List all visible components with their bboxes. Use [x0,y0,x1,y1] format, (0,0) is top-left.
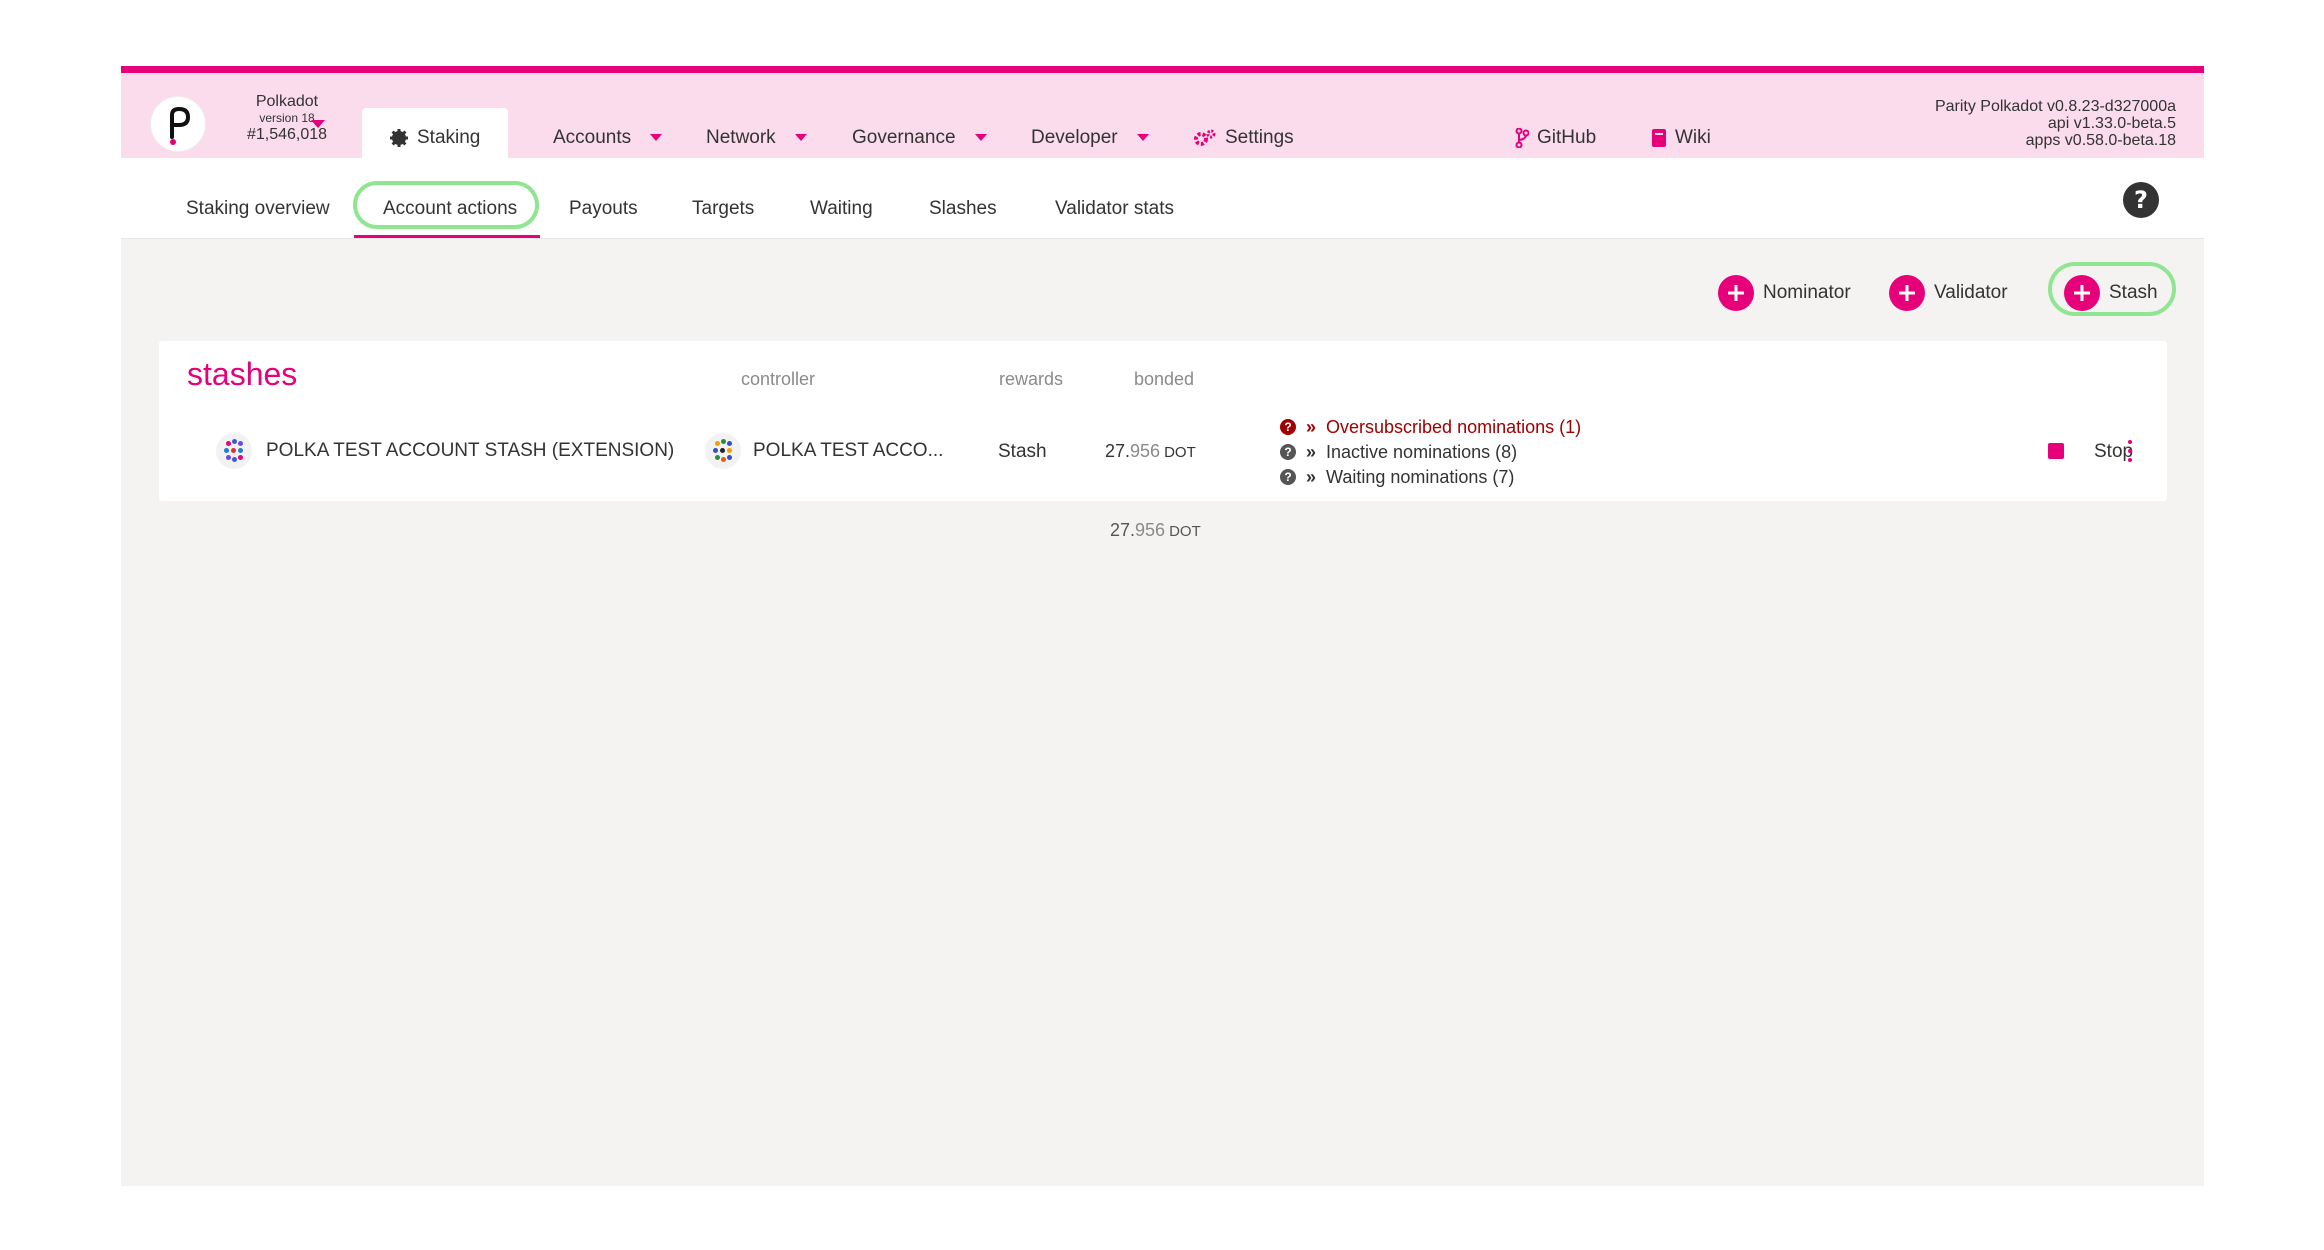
double-chevron-icon: » [1306,466,1317,487]
subtab-active-underline [354,235,540,238]
subtab-validator-stats[interactable]: Validator stats [1055,198,1174,220]
stash-account-name[interactable]: POLKA TEST ACCOUNT STASH (EXTENSION) [266,440,674,462]
question-circle-icon: ? [1280,419,1296,436]
nomination-waiting[interactable]: ?» Waiting nominations (7) [1280,466,1514,488]
top-navbar: Polkadot version 18 #1,546,018 Staking A… [121,73,2204,165]
version-api: api v1.33.0-beta.5 [2047,115,2176,132]
chevron-down-icon [650,134,663,142]
stashes-table: stashes controller rewards bonded POLKA … [159,341,2167,501]
chain-version: version 18 [259,111,315,125]
stash-identicon-icon[interactable] [216,433,252,469]
nav-accounts[interactable]: Accounts [553,127,663,149]
nav-network-label: Network [706,127,776,148]
stashes-title: stashes [187,356,298,392]
plus-icon [1718,275,1754,311]
nav-settings[interactable]: Settings [1193,127,1294,149]
nav-governance-label: Governance [852,127,956,148]
bonded-amount: 27.956 DOT [1105,441,1196,461]
app-window: Polkadot version 18 #1,546,018 Staking A… [121,66,2204,1186]
column-controller: controller [741,369,816,389]
chain-block-number: #1,546,018 [246,126,328,143]
nav-wiki[interactable]: Wiki [1651,127,1711,149]
add-nominator-label: Nominator [1763,282,1851,303]
nav-developer-label: Developer [1031,127,1118,148]
plus-icon [1889,275,1925,311]
question-circle-icon: ? [1280,444,1296,461]
subtab-waiting[interactable]: Waiting [810,198,873,220]
nomination-inactive[interactable]: ?» Inactive nominations (8) [1280,441,1517,463]
help-icon[interactable]: ? [2122,181,2160,219]
tab-staking-label: Staking [417,127,481,148]
nomination-oversubscribed[interactable]: ?» Oversubscribed nominations (1) [1280,416,1581,438]
staking-gear-icon [390,129,408,147]
more-options-icon[interactable] [2127,440,2133,462]
nav-accounts-label: Accounts [553,127,632,148]
column-rewards: rewards [999,369,1064,389]
bonded-total: 27.956 DOT [1110,520,1201,540]
rewards-destination: Stash [998,441,1047,462]
chevron-down-icon [1136,134,1149,142]
stop-icon[interactable] [2048,443,2064,459]
subtab-payouts[interactable]: Payouts [569,198,638,220]
cogs-icon [1194,129,1216,146]
subtab-account-actions[interactable]: Account actions [383,198,517,220]
nav-developer[interactable]: Developer [1031,127,1149,149]
svg-text:?: ? [2134,186,2148,214]
add-stash-label: Stash [2109,282,2158,303]
nav-wiki-label: Wiki [1675,127,1711,148]
plus-icon [2064,275,2100,311]
chain-name: Polkadot [255,93,319,110]
nav-github-label: GitHub [1537,127,1597,148]
version-info: Parity Polkadot v0.8.23-d327000a api v1.… [1935,98,2176,149]
controller-identicon-icon[interactable] [705,433,741,469]
subtab-targets[interactable]: Targets [692,198,754,220]
nav-governance[interactable]: Governance [852,127,987,149]
accent-bar [121,66,2204,73]
add-validator-label: Validator [1934,282,2008,303]
nav-network[interactable]: Network [706,127,807,149]
version-node: Parity Polkadot v0.8.23-d327000a [1934,98,2176,115]
subtab-staking-overview[interactable]: Staking overview [186,198,330,220]
chain-selector[interactable]: Polkadot version 18 #1,546,018 [213,94,361,143]
code-branch-icon [1515,127,1530,149]
tab-staking[interactable]: Staking [362,108,508,165]
column-bonded: bonded [1134,369,1195,389]
nav-settings-label: Settings [1225,127,1294,148]
chevron-down-icon [974,134,987,142]
chain-caret-down-icon[interactable] [311,120,325,129]
subtab-slashes[interactable]: Slashes [929,198,997,220]
polkadot-logo-icon[interactable] [151,97,205,151]
book-icon [1652,128,1666,147]
controller-account-name[interactable]: POLKA TEST ACCO... [753,440,943,462]
chevron-down-icon [794,134,807,142]
version-apps: apps v0.58.0-beta.18 [2025,132,2176,149]
staking-subnav: Staking overview Account actions Payouts… [121,158,2204,239]
double-chevron-icon: » [1306,416,1317,437]
nav-github[interactable]: GitHub [1515,127,1596,149]
question-circle-icon: ? [1280,469,1296,486]
double-chevron-icon: » [1306,441,1317,462]
